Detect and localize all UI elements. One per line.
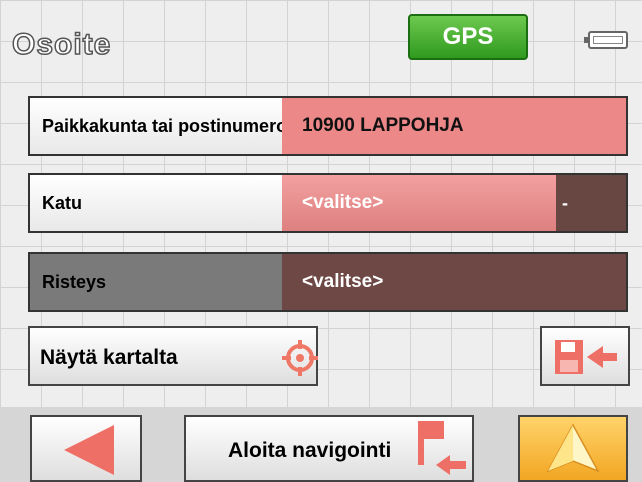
crosshair-icon	[282, 340, 318, 376]
gps-status-button[interactable]: GPS	[408, 14, 528, 60]
back-button[interactable]	[30, 415, 142, 482]
go-navigation-button[interactable]	[518, 415, 628, 482]
battery-icon	[584, 31, 628, 49]
crossing-field-value: <valitse>	[282, 254, 626, 310]
street-field[interactable]: Katu <valitse> -	[28, 173, 628, 233]
city-field[interactable]: Paikkakunta tai postinumero 10900 LAPPOH…	[28, 96, 628, 156]
crossing-field: Risteys <valitse>	[28, 252, 628, 312]
house-number-field[interactable]: -	[556, 175, 626, 231]
street-field-value[interactable]: <valitse>	[282, 175, 556, 231]
start-navigation-label: Aloita navigointi	[228, 439, 392, 462]
page-title: Osoite	[11, 27, 112, 62]
city-field-label: Paikkakunta tai postinumero	[30, 98, 282, 154]
crossing-field-label: Risteys	[30, 254, 282, 310]
save-to-favorites-button[interactable]	[540, 326, 630, 386]
back-arrow-icon	[64, 425, 114, 475]
show-on-map-label: Näytä kartalta	[40, 346, 178, 369]
address-screen: Osoite GPS Paikkakunta tai postinumero 1…	[0, 0, 642, 482]
street-field-label: Katu	[30, 175, 282, 231]
navigation-arrow-icon	[546, 423, 600, 473]
destination-flag-icon	[418, 421, 466, 475]
city-field-value[interactable]: 10900 LAPPOHJA	[282, 98, 626, 154]
save-flag-icon	[555, 340, 617, 374]
show-on-map-button[interactable]: Näytä kartalta	[28, 326, 318, 386]
start-navigation-button[interactable]: Aloita navigointi	[184, 415, 474, 482]
